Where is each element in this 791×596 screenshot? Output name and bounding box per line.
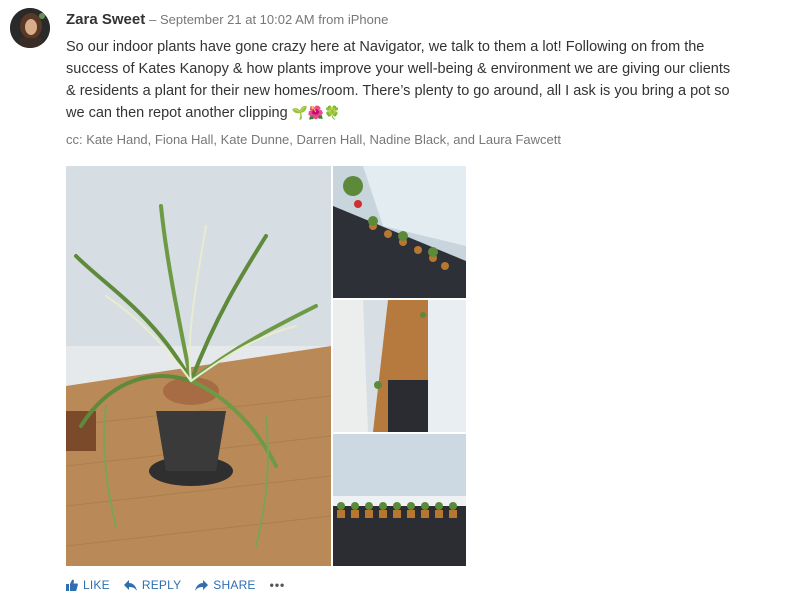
share-arrow-icon: [195, 579, 209, 591]
like-label: LIKE: [83, 578, 110, 592]
like-button[interactable]: LIKE: [66, 578, 110, 592]
reply-arrow-icon: [123, 579, 137, 591]
post-header: Zara Sweet – September 21 at 10:02 AM fr…: [66, 10, 388, 29]
photo-window-sill-plants[interactable]: [333, 434, 466, 566]
more-options-button[interactable]: •••: [270, 578, 286, 592]
avatar-image: [10, 8, 50, 48]
post-body-text: So our indoor plants have gone crazy her…: [66, 39, 731, 121]
author-name[interactable]: Zara Sweet: [66, 11, 145, 28]
post-emojis: 🌱🌺🍀: [291, 105, 341, 120]
photo-hallway-plants[interactable]: [333, 166, 466, 298]
post-meta[interactable]: – September 21 at 10:02 AM from iPhone: [149, 12, 388, 27]
post-actions: LIKE REPLY SHARE •••: [66, 578, 299, 592]
thumbs-up-icon: [66, 579, 78, 591]
photo-corridor[interactable]: [333, 300, 466, 432]
share-button[interactable]: SHARE: [195, 578, 255, 592]
cc-list[interactable]: cc: Kate Hand, Fiona Hall, Kate Dunne, D…: [66, 132, 561, 147]
photo-spider-plant[interactable]: [66, 166, 331, 566]
photo-gallery: [66, 166, 466, 566]
share-label: SHARE: [213, 578, 256, 592]
author-avatar[interactable]: [10, 8, 50, 48]
feed-post: Zara Sweet – September 21 at 10:02 AM fr…: [0, 0, 791, 596]
post-body: So our indoor plants have gone crazy her…: [66, 36, 736, 124]
reply-button[interactable]: REPLY: [123, 578, 182, 592]
reply-label: REPLY: [141, 578, 182, 592]
